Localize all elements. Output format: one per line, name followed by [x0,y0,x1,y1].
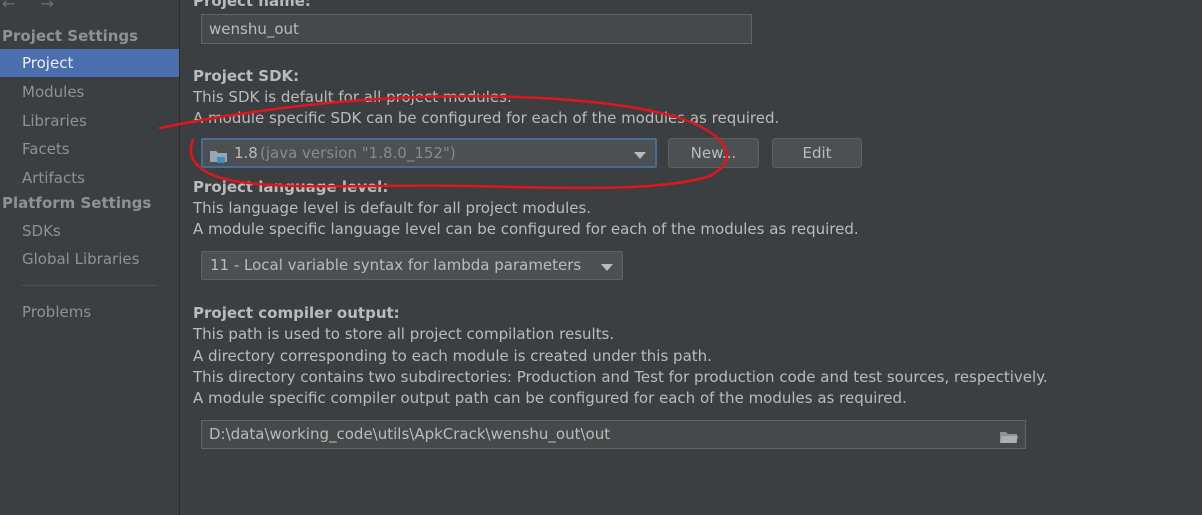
compiler-output-label: Project compiler output: [193,304,400,322]
chevron-down-icon [634,152,646,159]
sdk-description-2: A module specific SDK can be configured … [193,109,780,127]
sidebar-item-project[interactable]: Project [0,49,179,77]
compiler-output-description-4: A module specific compiler output path c… [193,389,907,407]
sidebar-item-libraries[interactable]: Libraries [0,107,179,135]
back-forward-arrows[interactable]: ← → [2,0,64,13]
sidebar-item-sdks[interactable]: SDKs [0,217,179,245]
language-level-value: 11 - Local variable syntax for lambda pa… [210,256,582,274]
compiler-output-path-input[interactable]: D:\data\working_code\utils\ApkCrack\wens… [201,420,1026,449]
sidebar-item-facets[interactable]: Facets [0,135,179,163]
sdk-version: 1.8 [234,144,258,162]
settings-sidebar: ← → Project Settings Project Modules Lib… [0,0,180,515]
new-sdk-button[interactable]: New... [668,138,759,168]
language-level-description-1: This language level is default for all p… [193,199,592,217]
project-settings-header: Project Settings [2,27,139,45]
project-sdk-label: Project SDK: [193,67,300,85]
sdk-description-1: This SDK is default for all project modu… [193,88,512,106]
sdk-select[interactable]: 1.8 (java version "1.8.0_152") [201,138,657,168]
edit-sdk-button[interactable]: Edit [772,138,862,168]
sidebar-item-artifacts[interactable]: Artifacts [0,164,179,192]
sidebar-item-global-libraries[interactable]: Global Libraries [0,245,179,273]
browse-folder-icon[interactable] [999,427,1019,443]
sdk-version-detail: (java version "1.8.0_152") [260,144,456,162]
compiler-output-description-1: This path is used to store all project c… [193,325,615,343]
compiler-output-description-2: A directory corresponding to each module… [193,347,712,365]
sdk-folder-icon [209,146,229,163]
language-level-label: Project language level: [193,178,389,196]
platform-settings-header: Platform Settings [2,194,152,212]
language-level-description-2: A module specific language level can be … [193,220,859,238]
chevron-down-icon [601,264,613,271]
project-name-input[interactable]: wenshu_out [201,14,752,44]
compiler-output-description-3: This directory contains two subdirectori… [193,368,1048,386]
sidebar-divider [22,285,158,286]
project-name-label: Project name: [193,0,311,10]
compiler-output-path: D:\data\working_code\utils\ApkCrack\wens… [209,425,611,443]
language-level-select[interactable]: 11 - Local variable syntax for lambda pa… [201,251,623,280]
sidebar-item-problems[interactable]: Problems [0,298,179,326]
sidebar-item-modules[interactable]: Modules [0,78,179,106]
